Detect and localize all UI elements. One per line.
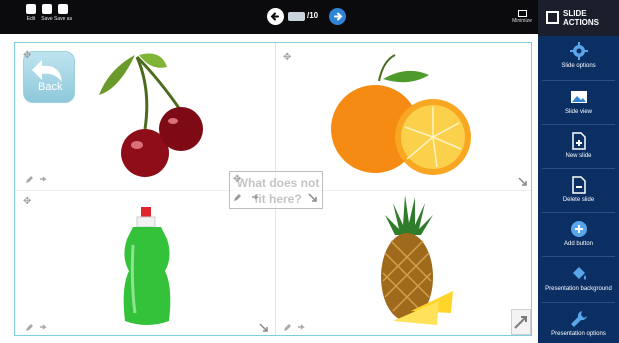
- edit-icon: [26, 4, 36, 14]
- resize-icon[interactable]: [259, 323, 268, 332]
- minimize-icon: [517, 10, 527, 17]
- edit-pencil-icon[interactable]: [25, 175, 34, 184]
- separator: [542, 256, 615, 257]
- resize-icon[interactable]: [308, 193, 317, 202]
- link-arrow-icon[interactable]: [39, 175, 48, 184]
- page-total: /10: [307, 11, 319, 20]
- cherries-illustration: [99, 53, 203, 177]
- separator: [542, 212, 615, 213]
- image-icon: [570, 91, 587, 103]
- paint-bucket-icon: [572, 267, 586, 280]
- link-arrow-icon[interactable]: [297, 323, 306, 332]
- save-as-icon: [58, 4, 68, 14]
- delete-slide-icon: [571, 176, 586, 194]
- separator: [542, 80, 615, 81]
- move-handle-icon[interactable]: ✥: [23, 51, 31, 61]
- move-handle-icon[interactable]: ✥: [283, 53, 291, 63]
- slide-options-button[interactable]: Slide options: [538, 42, 619, 69]
- move-handle-icon[interactable]: ✥: [23, 197, 31, 207]
- separator: [542, 168, 615, 169]
- question-text: What does not fit here?: [236, 176, 320, 206]
- link-arrow-icon[interactable]: [251, 193, 260, 202]
- pineapple-image[interactable]: [365, 193, 455, 331]
- orange-illustration: [331, 54, 471, 175]
- edit-pencil-icon[interactable]: [233, 193, 242, 202]
- save-icon: [42, 4, 52, 14]
- dish-soap-bottle-image[interactable]: [111, 205, 183, 329]
- move-handle-icon[interactable]: ✥: [233, 175, 241, 185]
- separator: [542, 124, 615, 125]
- add-button-button[interactable]: Add button: [538, 220, 619, 247]
- slide-actions-panel: SLIDE ACTIONS Slide options Slide view N…: [538, 0, 619, 343]
- delete-slide-button[interactable]: Delete slide: [538, 176, 619, 203]
- resize-icon[interactable]: [518, 177, 527, 186]
- edit-pencil-icon[interactable]: [283, 323, 292, 332]
- link-arrow-icon[interactable]: [39, 323, 48, 332]
- save-as-button[interactable]: Save as: [54, 4, 72, 22]
- new-slide-button[interactable]: New slide: [538, 132, 619, 159]
- arrow-left-icon: [270, 12, 279, 21]
- orange-image[interactable]: [325, 51, 473, 181]
- edit-pencil-icon[interactable]: [25, 323, 34, 332]
- wrench-icon: [570, 311, 587, 327]
- presentation-options-button[interactable]: Presentation options: [538, 310, 619, 337]
- slide-actions-header: SLIDE ACTIONS: [538, 0, 619, 36]
- slide-canvas: Back What does not fit here? ✥ ✥ ✥ ✥: [14, 42, 532, 336]
- slide-view-button[interactable]: Slide view: [538, 88, 619, 115]
- question-text-box[interactable]: What does not fit here?: [229, 171, 323, 209]
- previous-slide-button[interactable]: [267, 8, 284, 25]
- new-slide-icon: [571, 132, 586, 150]
- dish-soap-bottle-illustration: [123, 207, 171, 325]
- cherries-image[interactable]: [89, 49, 209, 179]
- minimize-button[interactable]: Minimize: [510, 10, 534, 24]
- top-toolbar: Edit Save Save as /10 Minimize: [0, 0, 538, 34]
- gear-icon: [569, 42, 588, 60]
- pencil-square-icon: [546, 11, 559, 24]
- add-icon: [570, 221, 587, 237]
- presentation-background-button[interactable]: Presentation background: [538, 265, 619, 292]
- slide-resize-corner[interactable]: [511, 309, 531, 335]
- corner-drag-icon: [514, 316, 527, 329]
- pineapple-illustration: [381, 195, 453, 325]
- next-slide-button[interactable]: [329, 8, 346, 25]
- separator: [542, 302, 615, 303]
- page-number-input[interactable]: [288, 12, 305, 21]
- arrow-right-icon: [334, 12, 343, 21]
